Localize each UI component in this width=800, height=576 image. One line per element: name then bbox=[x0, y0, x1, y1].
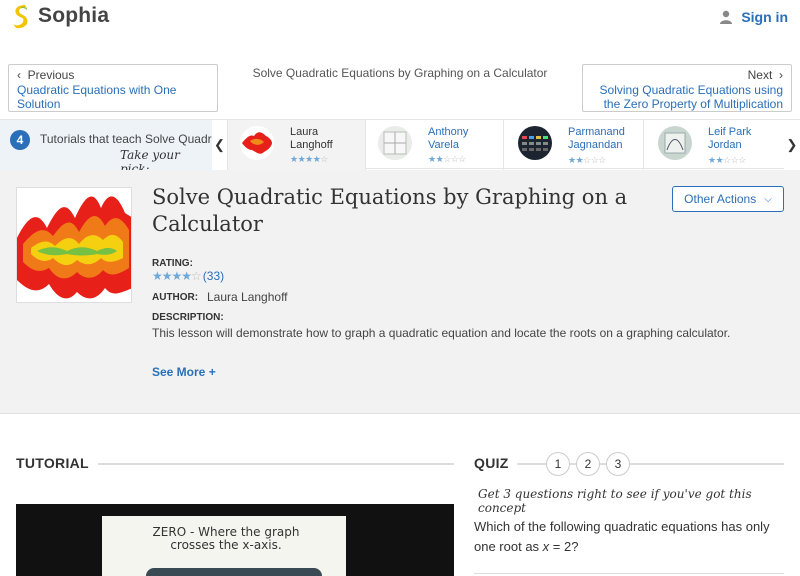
sophia-logo-icon bbox=[13, 5, 28, 29]
next-title[interactable]: Solving Quadratic Equations using the Ze… bbox=[591, 83, 783, 111]
tutorials-strip-label: 4 Tutorials that teach Solve Quadratic E… bbox=[0, 120, 212, 170]
brand-name: Sophia bbox=[38, 4, 110, 27]
chevron-right-icon: › bbox=[779, 68, 783, 82]
description-text: This lesson will demonstrate how to grap… bbox=[152, 326, 731, 340]
tutorial-rating-stars: ★★☆☆☆ bbox=[568, 155, 606, 165]
description-label: DESCRIPTION: bbox=[152, 312, 224, 323]
quiz-question-2[interactable]: 2 bbox=[576, 452, 600, 476]
divider bbox=[98, 463, 454, 465]
lesson-title: Solve Quadratic Equations by Graphing on… bbox=[152, 185, 628, 236]
signin-label: Sign in bbox=[741, 9, 788, 25]
tutorial-rating-stars: ★★☆☆☆ bbox=[708, 155, 746, 165]
user-icon bbox=[720, 10, 733, 24]
video-caption: ZERO - Where the graph crosses the x-axi… bbox=[152, 525, 300, 552]
other-actions-dropdown[interactable]: Other Actions ⌵ bbox=[672, 186, 784, 212]
next-label: Next bbox=[747, 68, 773, 82]
carousel-prev-button[interactable]: ❮ bbox=[212, 120, 228, 170]
site-header: Sophia Sign in bbox=[0, 0, 800, 56]
tutorial-rating-stars: ★★★★☆ bbox=[290, 154, 328, 164]
lesson-thumbnail bbox=[16, 187, 132, 303]
tutorial-thumbnail bbox=[658, 126, 692, 160]
divider bbox=[474, 573, 784, 574]
carousel-next-button[interactable]: ❯ bbox=[784, 120, 800, 170]
tutorial-thumbnail bbox=[378, 126, 412, 160]
lesson-section: Solve Quadratic Equations by Graphing on… bbox=[0, 170, 800, 414]
author-label: AUTHOR: bbox=[152, 292, 199, 303]
signin-link[interactable]: Sign in bbox=[719, 9, 788, 25]
next-tutorial-link[interactable]: Next › Solving Quadratic Equations using… bbox=[582, 64, 792, 112]
see-more-link[interactable]: See More + bbox=[152, 365, 216, 379]
tutorial-rating-stars: ★★☆☆☆ bbox=[428, 154, 466, 164]
author-name: Laura Langhoff bbox=[207, 290, 288, 304]
take-your-pick: Take your pick: bbox=[120, 148, 180, 170]
previous-label: Previous bbox=[27, 68, 75, 82]
current-tutorial-title: Solve Quadratic Equations by Graphing on… bbox=[252, 66, 548, 80]
previous-title[interactable]: Quadratic Equations with One Solution bbox=[17, 83, 209, 111]
tutorial-author: Leif Park Jordan bbox=[708, 126, 752, 151]
quiz-hint: Get 3 questions right to see if you've g… bbox=[478, 487, 752, 515]
tutorial-thumbnail bbox=[518, 126, 552, 160]
tutorial-card[interactable]: Anthony Varela ★★☆☆☆ bbox=[366, 120, 504, 170]
chevron-down-icon: ⌵ bbox=[764, 193, 772, 205]
quiz-question-3[interactable]: 3 bbox=[606, 452, 630, 476]
previous-tutorial-link[interactable]: ‹ Previous Quadratic Equations with One … bbox=[8, 64, 218, 112]
tutorial-heading: TUTORIAL bbox=[16, 455, 89, 471]
tutorial-author: Parmanand Jagnandan bbox=[568, 126, 625, 151]
question-text-end: = 2? bbox=[549, 539, 579, 554]
chevron-right-icon: ❯ bbox=[786, 137, 798, 152]
tutorial-author: Laura Langhoff bbox=[290, 126, 333, 151]
tutorials-strip-text: Tutorials that teach Solve Quadratic Equ… bbox=[40, 132, 212, 146]
tutorial-card[interactable]: Laura Langhoff ★★★★☆ bbox=[228, 120, 366, 170]
calculator-image bbox=[146, 568, 322, 576]
tutorial-video[interactable]: ZERO - Where the graph crosses the x-axi… bbox=[16, 504, 454, 576]
tutorial-card[interactable]: Leif Park Jordan ★★☆☆☆ bbox=[646, 120, 784, 170]
chevron-left-icon: ‹ bbox=[17, 68, 21, 82]
quiz-question-1[interactable]: 1 bbox=[546, 452, 570, 476]
rating-stars: ★★★★☆ bbox=[152, 269, 202, 283]
other-actions-label: Other Actions bbox=[684, 192, 757, 206]
tutorial-thumbnail bbox=[240, 126, 274, 160]
quiz-heading: QUIZ bbox=[474, 455, 517, 471]
tutorial-author: Anthony Varela bbox=[428, 126, 469, 151]
tutorial-count-badge: 4 bbox=[10, 130, 30, 150]
tutorials-strip: 4 Tutorials that teach Solve Quadratic E… bbox=[0, 119, 800, 170]
quiz-question-text: Which of the following quadratic equatio… bbox=[474, 517, 774, 557]
rating-row: ★★★★☆ (33) bbox=[152, 269, 224, 283]
question-text: Which of the following quadratic equatio… bbox=[474, 519, 770, 554]
chevron-left-icon: ❮ bbox=[214, 137, 225, 152]
rating-label: RATING: bbox=[152, 258, 193, 269]
tutorial-card[interactable]: Parmanand Jagnandan ★★☆☆☆ bbox=[506, 120, 644, 170]
rating-count[interactable]: (33) bbox=[203, 269, 224, 283]
sophia-logo[interactable]: Sophia bbox=[8, 3, 109, 29]
